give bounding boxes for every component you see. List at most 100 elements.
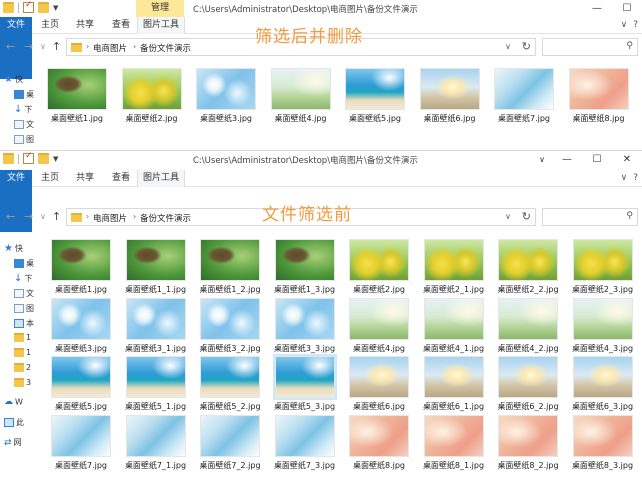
properties-icon[interactable] [23,151,34,164]
nav-documents[interactable]: 文 [14,288,34,299]
minimize-icon[interactable]: — [582,0,612,17]
breadcrumb-item[interactable]: 电商图片 [93,42,127,54]
chevron-down-icon[interactable]: ∨ [505,42,511,51]
ribbon-toggle-icon[interactable]: ∨ [532,151,552,168]
nav-this-pc[interactable]: 此 [4,417,24,428]
file-item[interactable]: 桌面壁纸8_1.jpg [417,414,491,477]
file-item[interactable]: 桌面壁纸4.jpg [264,68,338,130]
file-item[interactable]: 桌面壁纸6_1.jpg [417,356,491,418]
file-item[interactable]: 桌面壁纸3_2.jpg [193,297,267,360]
refresh-icon[interactable]: ↻ [522,40,531,53]
recent-dropdown-icon[interactable]: ∨ [40,42,46,51]
chevron-right-icon[interactable]: › [86,212,89,221]
tab-picture-tools[interactable]: 图片工具 [137,170,185,187]
file-item[interactable]: 桌面壁纸4.jpg [342,297,416,360]
nav-documents[interactable]: 文 [14,119,34,130]
nav-network[interactable]: ⇄ 网 [4,437,22,448]
file-item[interactable]: 桌面壁纸3.jpg [44,297,118,360]
file-item[interactable]: 桌面壁纸8_3.jpg [566,414,640,477]
up-icon[interactable]: ↑ [52,40,61,53]
nav-quick-access[interactable]: ★ 快 [4,243,23,254]
file-item[interactable]: 桌面壁纸1_3.jpg [268,239,342,301]
file-item[interactable]: 桌面壁纸4_1.jpg [417,297,491,360]
nav-onedrive[interactable]: ☁ W [4,397,23,407]
file-item[interactable]: 桌面壁纸7_3.jpg [268,414,342,477]
file-item[interactable]: 桌面壁纸3_1.jpg [119,297,193,360]
file-item[interactable]: 桌面壁纸5.jpg [44,356,118,418]
folder-icon[interactable] [3,153,14,164]
file-item[interactable]: 桌面壁纸7.jpg [44,414,118,477]
tab-picture-tools[interactable]: 图片工具 [137,17,185,34]
file-item[interactable]: 桌面壁纸1.jpg [44,239,118,301]
nav-downloads[interactable]: ↓ 下 [14,273,32,284]
file-item[interactable]: 桌面壁纸1.jpg [40,68,114,130]
back-icon[interactable]: ← [6,210,15,223]
up-icon[interactable]: ↑ [52,210,61,223]
file-item[interactable]: 桌面壁纸6.jpg [413,68,487,130]
tab-view[interactable]: 查看 [106,17,136,34]
file-item[interactable]: 桌面壁纸2.jpg [115,68,189,130]
customize-toolbar-icon[interactable]: ▼ [53,4,58,12]
maximize-icon[interactable]: ☐ [612,0,642,17]
file-item[interactable]: 桌面壁纸5_1.jpg [119,356,193,418]
tab-share[interactable]: 共享 [70,170,100,187]
help-icon[interactable]: ? [633,173,638,183]
chevron-down-icon[interactable]: ∨ [505,212,511,221]
file-item[interactable]: 桌面壁纸3.jpg [189,68,263,130]
tab-share[interactable]: 共享 [70,17,100,34]
minimize-icon[interactable]: — [552,151,582,168]
breadcrumb-item[interactable]: 备份文件演示 [140,212,191,224]
chevron-right-icon[interactable]: › [133,42,136,51]
file-item[interactable]: 桌面壁纸5_2.jpg [193,356,267,418]
expand-ribbon-icon[interactable]: ∨ [621,173,628,183]
file-item[interactable]: 桌面壁纸2_2.jpg [491,239,565,301]
folder-icon[interactable] [3,2,14,13]
properties-icon[interactable] [23,0,34,13]
file-item[interactable]: 桌面壁纸4_2.jpg [491,297,565,360]
tab-home[interactable]: 主页 [36,17,64,34]
help-icon[interactable]: ? [633,20,638,30]
file-item[interactable]: 桌面壁纸2_1.jpg [417,239,491,301]
new-folder-icon[interactable] [38,153,49,164]
file-item[interactable]: 桌面壁纸5.jpg [338,68,412,130]
search-input[interactable]: ⚲ [542,208,638,226]
nav-quick-access[interactable]: ★ 快 [4,74,23,85]
file-item[interactable]: 桌面壁纸1_2.jpg [193,239,267,301]
file-item[interactable]: 桌面壁纸7.jpg [487,68,561,130]
expand-ribbon-icon[interactable]: ∨ [621,20,628,30]
file-item[interactable]: 桌面壁纸2.jpg [342,239,416,301]
breadcrumb-item[interactable]: 电商图片 [93,212,127,224]
nav-pictures[interactable]: 图 [14,303,34,314]
recent-dropdown-icon[interactable]: ∨ [40,212,46,221]
nav-local[interactable]: 本 [14,318,34,329]
forward-icon[interactable]: → [24,40,33,53]
manage-tab[interactable]: 管理 [136,0,184,17]
file-item[interactable]: 桌面壁纸7_1.jpg [119,414,193,477]
file-item[interactable]: 桌面壁纸8.jpg [342,414,416,477]
nav-desktop[interactable]: 桌 [14,89,34,100]
file-item[interactable]: 桌面壁纸6.jpg [342,356,416,418]
back-icon[interactable]: ← [6,40,15,53]
nav-pictures[interactable]: 图 [14,134,34,145]
refresh-icon[interactable]: ↻ [522,210,531,223]
customize-toolbar-icon[interactable]: ▼ [53,155,58,163]
nav-folder[interactable]: 1 [14,333,31,342]
file-item[interactable]: 桌面壁纸5_3.jpg [268,354,342,418]
search-input[interactable]: ⚲ [542,38,638,56]
tab-view[interactable]: 查看 [106,170,136,187]
chevron-right-icon[interactable]: › [86,42,89,51]
file-item[interactable]: 桌面壁纸7_2.jpg [193,414,267,477]
file-item[interactable]: 桌面壁纸6_2.jpg [491,356,565,418]
chevron-right-icon[interactable]: › [133,212,136,221]
file-item[interactable]: 桌面壁纸4_3.jpg [566,297,640,360]
file-item[interactable]: 桌面壁纸6_3.jpg [566,356,640,418]
file-item[interactable]: 桌面壁纸2_3.jpg [566,239,640,301]
forward-icon[interactable]: → [24,210,33,223]
maximize-icon[interactable]: ☐ [582,151,612,168]
nav-downloads[interactable]: ↓ 下 [14,104,32,115]
file-item[interactable]: 桌面壁纸8_2.jpg [491,414,565,477]
close-icon[interactable]: ✕ [612,151,642,168]
nav-folder[interactable]: 2 [14,363,31,372]
nav-folder[interactable]: 3 [14,378,31,387]
breadcrumb-item[interactable]: 备份文件演示 [140,42,191,54]
